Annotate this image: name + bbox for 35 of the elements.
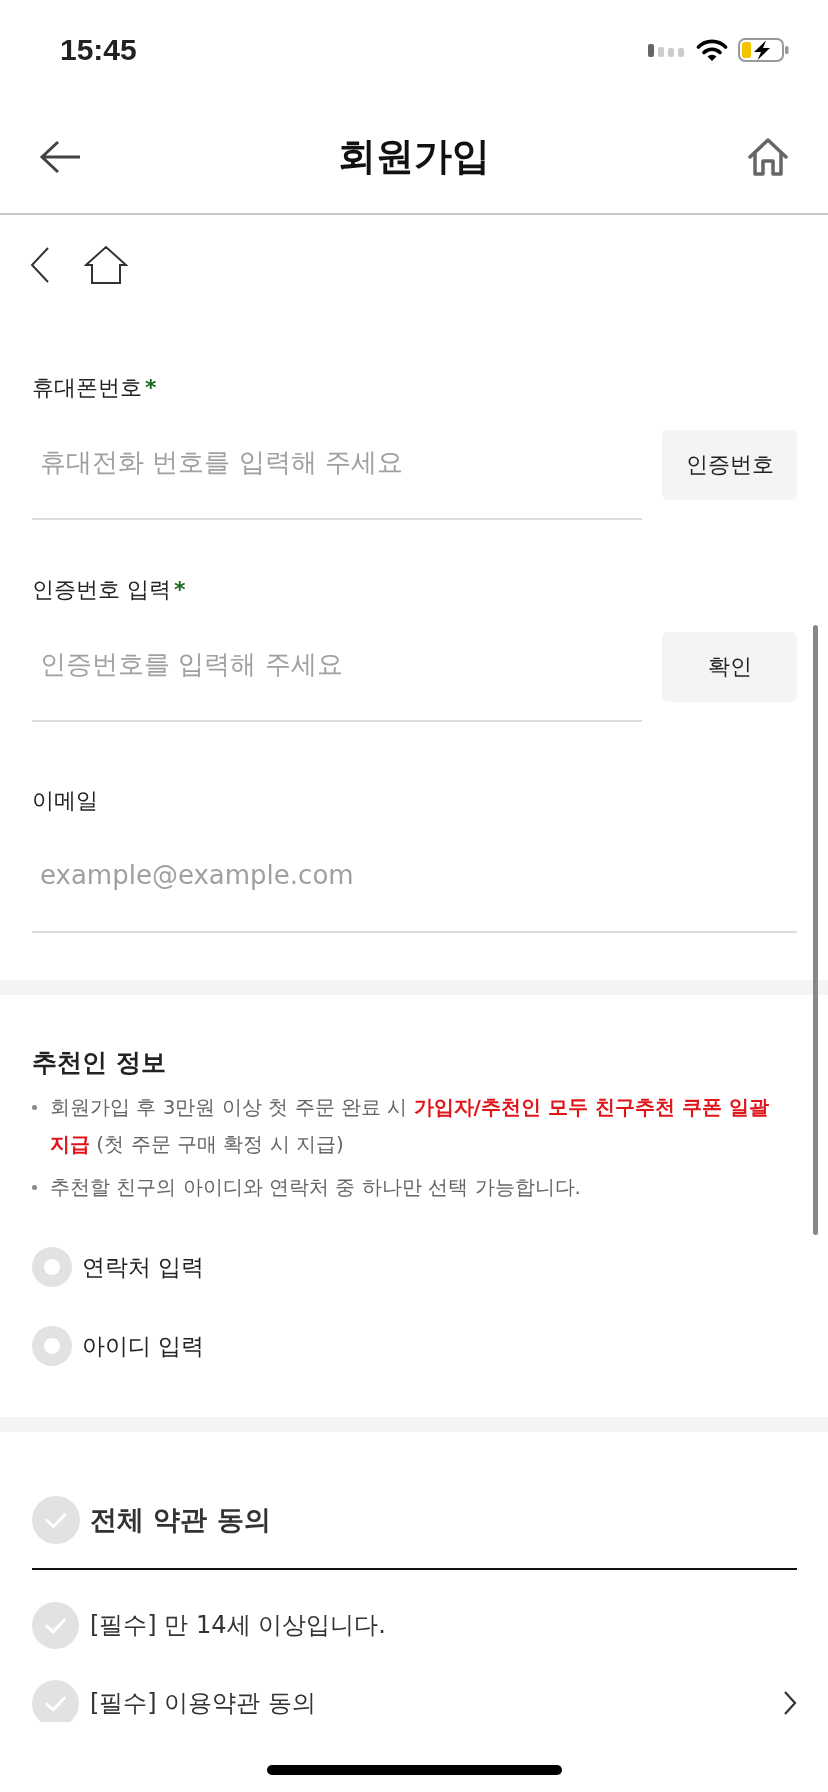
chevron-right-icon[interactable] (783, 1690, 797, 1716)
note-text: 회원가입 후 3만원 이상 첫 주문 완료 시 가입자/추천인 모두 친구추천 쿠폰 일괄 지급 (첫 주문 구매 확정 시 지급) (50, 1094, 770, 1158)
terms-label[interactable]: [필수] 이용약관 동의 (90, 1687, 772, 1719)
signal-icon (648, 43, 686, 57)
agree-checkbox[interactable] (32, 1679, 79, 1722)
action-button[interactable]: 인증번호 (662, 430, 797, 500)
text-input-field[interactable]: 인증번호를 입력해 주세요 (32, 620, 642, 722)
text-input-field[interactable]: 휴대전화 번호를 입력해 주세요 (32, 418, 642, 520)
radio-button[interactable] (32, 1326, 72, 1366)
field-label: 이메일 (32, 787, 98, 815)
radio-button[interactable] (32, 1247, 72, 1287)
field-label: 인증번호 입력 (32, 576, 171, 604)
page-title: 회원가입 (338, 133, 490, 180)
option-label[interactable]: 아이디 입력 (82, 1330, 205, 1362)
chevron-left-icon[interactable] (29, 246, 51, 284)
text-input-field[interactable]: example@example.com (32, 831, 797, 933)
note-text: 추천할 친구의 아이디와 연락처 중 하나만 선택 가능합니다. (50, 1174, 581, 1201)
agree-checkbox[interactable] (32, 1601, 79, 1649)
wifi-icon (696, 38, 728, 62)
option-label[interactable]: 연락처 입력 (82, 1251, 205, 1283)
required-mark: * (174, 576, 186, 604)
terms-label[interactable]: 전체 약관 동의 (90, 1502, 271, 1538)
bullet-icon (32, 1185, 37, 1190)
back-arrow-icon[interactable] (38, 138, 82, 175)
agree-checkbox[interactable] (32, 1496, 80, 1544)
status-time: 15:45 (60, 33, 137, 67)
home-icon[interactable] (84, 245, 128, 285)
section-title: 추천인 정보 (32, 1047, 167, 1079)
battery-icon (738, 38, 790, 62)
action-button[interactable]: 확인 (662, 632, 797, 702)
home-icon[interactable] (746, 136, 790, 177)
field-label: 휴대폰번호 (32, 374, 142, 402)
required-mark: * (145, 374, 157, 402)
bullet-icon (32, 1105, 37, 1110)
terms-label[interactable]: [필수] 만 14세 이상입니다. (90, 1609, 797, 1641)
